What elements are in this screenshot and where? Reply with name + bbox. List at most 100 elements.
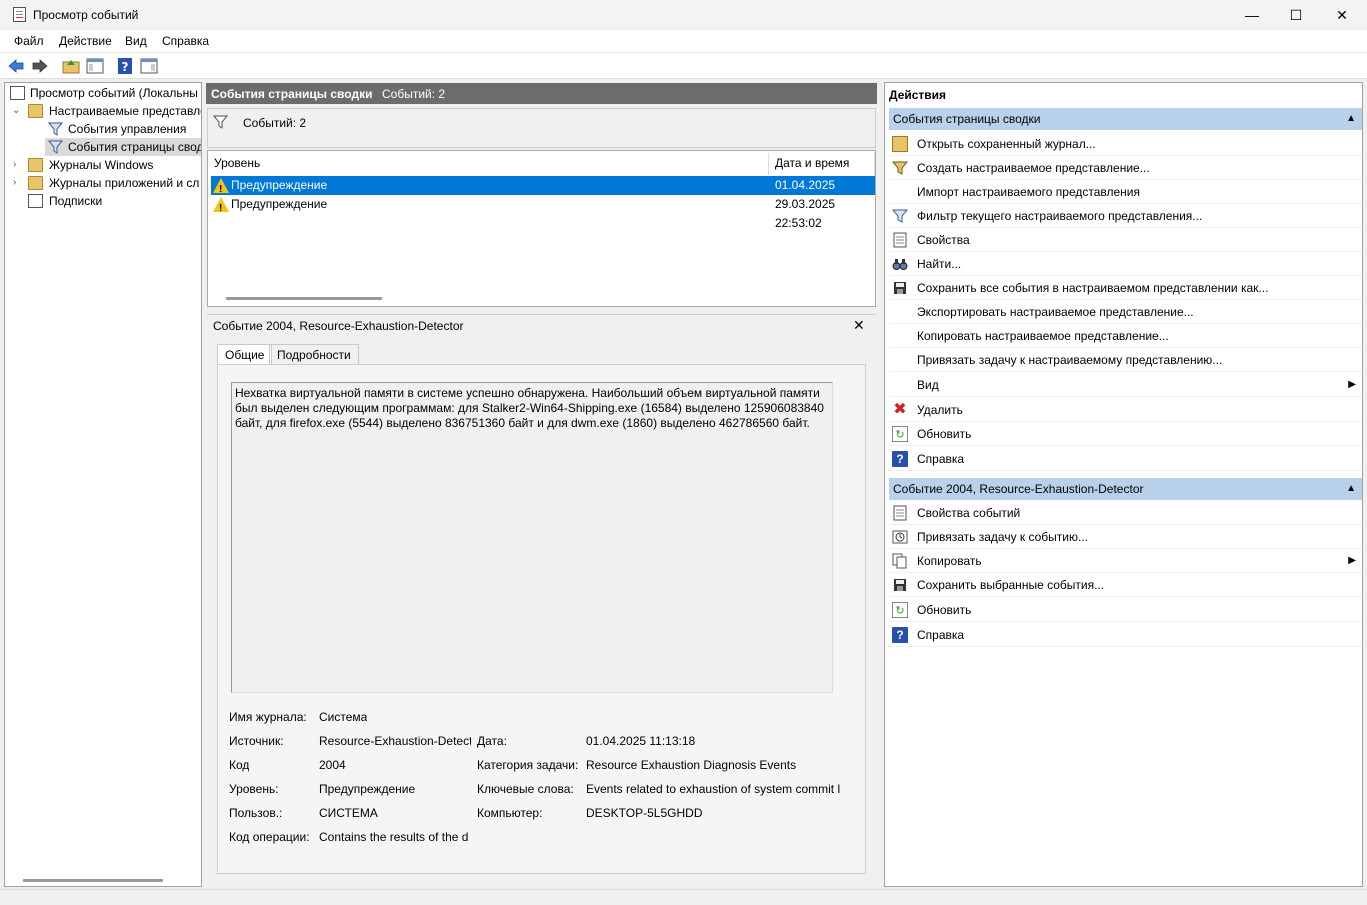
tree-item-root[interactable]: Просмотр событий (Локальны bbox=[5, 84, 201, 102]
column-header-datetime[interactable]: Дата и время bbox=[769, 153, 875, 175]
menu-file[interactable]: Файл bbox=[14, 34, 44, 48]
help-icon[interactable]: ? bbox=[116, 57, 134, 75]
warning-icon bbox=[213, 197, 229, 218]
menu-bar: Файл Действие Вид Справка bbox=[0, 30, 1367, 52]
delete-x-icon: ✖ bbox=[893, 401, 907, 418]
category-label: Категория задачи: bbox=[477, 758, 579, 772]
action-help[interactable]: ? Справка bbox=[889, 447, 1362, 471]
collapse-up-icon[interactable]: ▲ bbox=[1346, 478, 1356, 500]
forward-arrow-icon[interactable] bbox=[31, 57, 49, 75]
warning-icon bbox=[213, 178, 229, 199]
event-viewer-icon bbox=[10, 86, 25, 100]
event-list: Уровень Дата и время Предупреждение 01.0… bbox=[207, 150, 876, 307]
folder-icon bbox=[28, 158, 43, 172]
tree-item-subscriptions[interactable]: Подписки bbox=[5, 192, 201, 210]
show-hide-action-pane-icon[interactable] bbox=[140, 57, 158, 75]
column-header-level[interactable]: Уровень bbox=[208, 153, 769, 175]
tree-item-custom-views[interactable]: ⌄ Настраиваемые представле bbox=[5, 102, 201, 120]
actions-section-event[interactable]: Событие 2004, Resource-Exhaustion-Detect… bbox=[889, 478, 1362, 500]
tree-horizontal-scrollbar[interactable] bbox=[23, 879, 163, 882]
tree-item-admin-events[interactable]: События управления bbox=[5, 120, 201, 138]
title-bar: Просмотр событий — ☐ ✕ bbox=[0, 0, 1367, 30]
table-row[interactable]: Предупреждение 29.03.2025 22:53:02 bbox=[211, 195, 875, 230]
keywords-label: Ключевые слова: bbox=[477, 782, 574, 796]
tab-details[interactable]: Подробности bbox=[269, 344, 359, 366]
filter-count: Событий: 2 bbox=[243, 116, 307, 130]
expand-chevron-icon[interactable]: › bbox=[13, 174, 23, 192]
action-copy[interactable]: Копировать ▶ bbox=[889, 549, 1362, 573]
action-delete[interactable]: ✖ Удалить bbox=[889, 398, 1362, 422]
action-refresh-event[interactable]: ↻ Обновить bbox=[889, 598, 1362, 622]
help-icon: ? bbox=[892, 451, 908, 467]
category-value: Resource Exhaustion Diagnosis Events bbox=[586, 758, 797, 772]
expand-chevron-icon[interactable]: › bbox=[13, 156, 23, 174]
copy-icon bbox=[892, 553, 907, 569]
filter-icon bbox=[48, 140, 63, 154]
action-attach-task-to-event[interactable]: Привязать задачу к событию... bbox=[889, 525, 1362, 549]
action-find[interactable]: Найти... bbox=[889, 252, 1362, 276]
list-horizontal-scrollbar[interactable] bbox=[226, 297, 382, 300]
filter-bar: Событий: 2 bbox=[207, 108, 876, 148]
tree-item-windows-logs[interactable]: › Журналы Windows bbox=[5, 156, 201, 174]
log-name-label: Имя журнала: bbox=[229, 710, 307, 724]
opcode-label: Код операции: bbox=[229, 830, 310, 844]
filter-icon bbox=[48, 122, 63, 136]
action-view-submenu[interactable]: Вид ▶ bbox=[889, 373, 1362, 397]
action-save-all-events[interactable]: Сохранить все события в настраиваемом пр… bbox=[889, 276, 1362, 300]
refresh-icon: ↻ bbox=[892, 602, 908, 618]
refresh-icon: ↻ bbox=[892, 426, 908, 442]
up-folder-icon[interactable] bbox=[62, 57, 80, 75]
collapse-up-icon[interactable]: ▲ bbox=[1346, 108, 1356, 130]
collapse-chevron-icon[interactable]: ⌄ bbox=[12, 102, 22, 120]
user-label: Пользов.: bbox=[229, 806, 283, 820]
action-filter-current-view[interactable]: Фильтр текущего настраиваемого представл… bbox=[889, 204, 1362, 228]
maximize-button[interactable]: ☐ bbox=[1273, 0, 1319, 30]
computer-label: Компьютер: bbox=[477, 806, 543, 820]
action-open-saved-log[interactable]: Открыть сохраненный журнал... bbox=[889, 132, 1362, 156]
action-copy-custom-view[interactable]: Копировать настраиваемое представление..… bbox=[889, 324, 1362, 348]
svg-text:?: ? bbox=[122, 60, 129, 74]
action-import-custom-view[interactable]: Импорт настраиваемого представления bbox=[889, 180, 1362, 204]
action-refresh[interactable]: ↻ Обновить bbox=[889, 422, 1362, 446]
source-value: Resource-Exhaustion-Detect bbox=[319, 734, 471, 748]
action-create-custom-view[interactable]: Создать настраиваемое представление... bbox=[889, 156, 1362, 180]
help-icon: ? bbox=[892, 627, 908, 643]
action-event-properties[interactable]: Свойства событий bbox=[889, 501, 1362, 525]
action-save-selected-events[interactable]: Сохранить выбранные события... bbox=[889, 573, 1362, 597]
source-label: Источник: bbox=[229, 734, 284, 748]
detail-close-icon[interactable]: ✕ bbox=[853, 317, 865, 334]
level-value: Предупреждение bbox=[319, 782, 416, 796]
tree-item-app-logs[interactable]: › Журналы приложений и сл bbox=[5, 174, 201, 192]
task-clock-icon bbox=[892, 530, 908, 544]
action-export-custom-view[interactable]: Экспортировать настраиваемое представлен… bbox=[889, 300, 1362, 324]
tab-general[interactable]: Общие bbox=[217, 344, 273, 366]
folder-icon bbox=[28, 176, 43, 190]
tree-item-summary-events[interactable]: События страницы свод bbox=[45, 138, 201, 156]
date-value: 01.04.2025 11:13:18 bbox=[586, 734, 696, 748]
window-title: Просмотр событий bbox=[33, 8, 139, 22]
status-bar bbox=[0, 889, 1367, 905]
filter-icon bbox=[213, 115, 228, 129]
folder-icon bbox=[28, 104, 43, 118]
show-hide-console-tree-icon[interactable] bbox=[86, 57, 104, 75]
menu-help[interactable]: Справка bbox=[162, 34, 209, 48]
detail-header: Событие 2004, Resource-Exhaustion-Detect… bbox=[207, 314, 876, 336]
code-value: 2004 bbox=[319, 758, 346, 772]
actions-section-summary[interactable]: События страницы сводки ▲ bbox=[889, 108, 1362, 130]
minimize-button[interactable]: — bbox=[1229, 0, 1275, 30]
center-header-title: События страницы сводки bbox=[211, 87, 373, 101]
action-properties[interactable]: Свойства bbox=[889, 228, 1362, 252]
event-viewer-app-icon bbox=[13, 7, 26, 22]
console-tree: Просмотр событий (Локальны ⌄ Настраиваем… bbox=[4, 82, 202, 887]
back-arrow-icon[interactable] bbox=[7, 57, 25, 75]
table-row[interactable]: Предупреждение 01.04.2025 11:13:18 bbox=[211, 176, 875, 211]
close-button[interactable]: ✕ bbox=[1319, 0, 1365, 30]
filter-icon bbox=[892, 161, 908, 175]
action-help-event[interactable]: ? Справка bbox=[889, 623, 1362, 647]
menu-view[interactable]: Вид bbox=[125, 34, 147, 48]
event-message[interactable]: Нехватка виртуальной памяти в системе ус… bbox=[231, 382, 833, 693]
action-attach-task-to-view[interactable]: Привязать задачу к настраиваемому предст… bbox=[889, 348, 1362, 372]
menu-action[interactable]: Действие bbox=[59, 34, 112, 48]
subscriptions-icon bbox=[28, 194, 43, 208]
filter-icon bbox=[892, 209, 908, 223]
